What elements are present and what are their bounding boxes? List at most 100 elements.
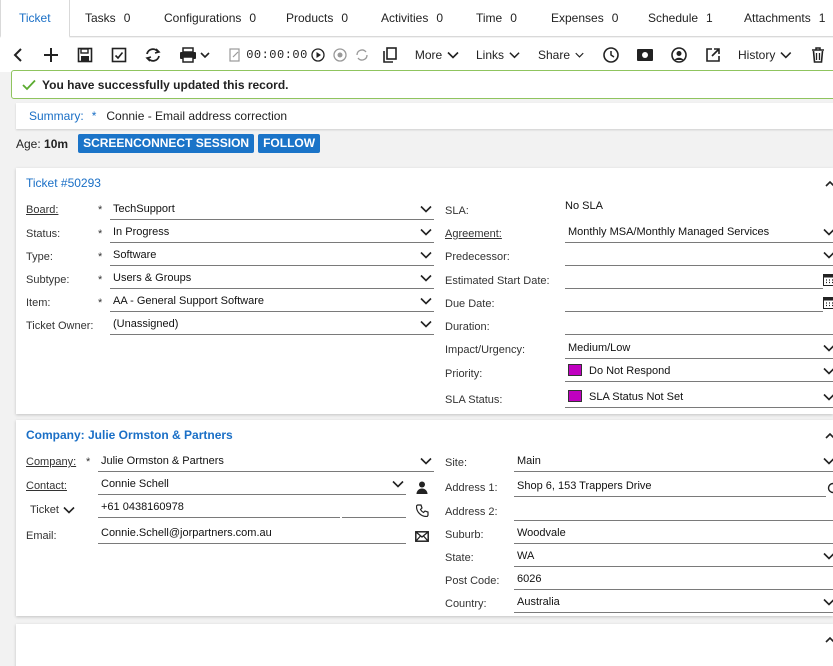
country-label: Country:: [445, 598, 487, 610]
more-label: More: [414, 48, 443, 62]
follow-button[interactable]: FOLLOW: [258, 134, 321, 153]
duration-input[interactable]: [565, 315, 833, 335]
open-external-icon[interactable]: [704, 44, 722, 66]
links-menu[interactable]: Links: [476, 44, 520, 66]
phone-type-select[interactable]: Ticket: [30, 504, 75, 516]
tab-label: Attachments: [744, 11, 811, 25]
item-value: AA - General Support Software: [113, 295, 265, 307]
tab-attachments[interactable]: Attachments 1: [744, 0, 825, 37]
board-select[interactable]: TechSupport: [110, 200, 434, 220]
tab-expenses[interactable]: Expenses 0: [551, 0, 618, 37]
sla-status-select[interactable]: SLA Status Not Set: [565, 388, 833, 408]
timer-edit-icon[interactable]: [228, 44, 242, 66]
clock-icon[interactable]: [602, 44, 620, 66]
ticket-owner-select[interactable]: (Unassigned): [110, 315, 434, 335]
share-menu[interactable]: Share: [538, 44, 584, 66]
screenconnect-session-button[interactable]: SCREENCONNECT SESSION: [78, 134, 255, 153]
board-label[interactable]: Board:: [26, 204, 58, 216]
share-label: Share: [538, 48, 571, 62]
summary-value[interactable]: Connie - Email address correction: [106, 109, 287, 123]
item-label: Item:: [26, 297, 51, 309]
agreement-select[interactable]: Monthly MSA/Monthly Managed Services: [565, 223, 833, 243]
tab-label: Tasks: [85, 11, 116, 25]
contact-label[interactable]: Contact:: [26, 480, 67, 492]
summary-field[interactable]: Summary: * Connie - Email address correc…: [16, 103, 833, 129]
estimated-start-date-input[interactable]: [565, 269, 823, 289]
chevron-up-icon[interactable]: [825, 432, 833, 440]
status-select[interactable]: In Progress: [110, 223, 434, 243]
expense-icon[interactable]: [636, 44, 654, 66]
copy-icon[interactable]: [382, 44, 398, 66]
site-select[interactable]: Main: [514, 452, 833, 472]
type-select[interactable]: Software: [110, 246, 434, 266]
item-select[interactable]: AA - General Support Software: [110, 292, 434, 312]
save-icon[interactable]: [76, 44, 94, 66]
subtype-label: Subtype:: [26, 274, 70, 286]
print-icon[interactable]: [178, 44, 214, 66]
tab-schedule[interactable]: Schedule 1: [648, 0, 713, 37]
impact-urgency-select[interactable]: Medium/Low: [565, 339, 833, 359]
tab-count: 0: [436, 11, 444, 25]
email-input[interactable]: Connie.Schell@jorpartners.com.au: [98, 524, 406, 544]
calendar-icon[interactable]: [822, 272, 833, 286]
chevron-down-icon: [63, 506, 75, 514]
stop-icon[interactable]: [332, 44, 348, 66]
chevron-down-icon: [780, 52, 792, 59]
company-label[interactable]: Company:: [26, 456, 76, 468]
delete-icon[interactable]: [810, 44, 826, 66]
more-menu[interactable]: More: [414, 44, 460, 66]
ticket-owner-label: Ticket Owner:: [26, 320, 94, 332]
history-label: History: [738, 48, 776, 62]
tab-time[interactable]: Time 0: [476, 0, 517, 37]
address-2-input[interactable]: [514, 501, 833, 521]
envelope-icon[interactable]: [415, 529, 429, 543]
agreement-label[interactable]: Agreement:: [445, 228, 502, 240]
impact-urgency-value: Medium/Low: [568, 342, 631, 354]
address-1-input[interactable]: Shop 6, 153 Trappers Drive: [514, 477, 826, 497]
refresh-icon[interactable]: [144, 44, 162, 66]
back-icon[interactable]: [10, 44, 26, 66]
add-icon[interactable]: [42, 44, 60, 66]
map-search-icon[interactable]: [826, 481, 833, 495]
state-select[interactable]: WA: [514, 547, 833, 567]
tab-tasks[interactable]: Tasks 0: [85, 0, 130, 37]
save-and-close-icon[interactable]: [110, 44, 128, 66]
play-icon[interactable]: [310, 44, 326, 66]
phone-input[interactable]: +61 0438160978: [98, 498, 340, 518]
predecessor-select[interactable]: [565, 246, 833, 266]
reset-timer-icon[interactable]: [354, 44, 370, 66]
phone-extension-input[interactable]: [342, 498, 406, 518]
tab-ticket[interactable]: Ticket: [0, 0, 70, 38]
calendar-icon[interactable]: [822, 295, 833, 309]
suburb-label: Suburb:: [445, 529, 484, 541]
summary-label: Summary:: [29, 109, 84, 123]
chevron-up-icon[interactable]: [825, 180, 833, 188]
site-label: Site:: [445, 457, 468, 469]
required-marker: *: [86, 456, 91, 468]
post-code-input[interactable]: 6026: [514, 570, 833, 590]
required-marker: *: [98, 274, 103, 286]
country-select[interactable]: Australia: [514, 593, 833, 613]
tab-configurations[interactable]: Configurations 0: [164, 0, 256, 37]
history-menu[interactable]: History: [738, 44, 792, 66]
tab-products[interactable]: Products 0: [286, 0, 348, 37]
success-message: You have successfully updated this recor…: [11, 70, 833, 99]
priority-select[interactable]: Do Not Respond: [565, 362, 833, 382]
due-date-input[interactable]: [565, 292, 823, 312]
company-select[interactable]: Julie Ormston & Partners: [98, 452, 434, 472]
contact-icon[interactable]: [670, 44, 688, 66]
type-value: Software: [113, 249, 157, 261]
tab-activities[interactable]: Activities 0: [381, 0, 443, 37]
suburb-input[interactable]: Woodvale: [514, 524, 833, 544]
subtype-select[interactable]: Users & Groups: [110, 269, 434, 289]
phone-icon[interactable]: [415, 503, 429, 517]
chevron-up-icon[interactable]: [825, 636, 833, 644]
contact-person-icon[interactable]: [415, 480, 429, 494]
chevron-down-icon: [823, 552, 833, 560]
priority-value: Do Not Respond: [589, 365, 671, 377]
chevron-down-icon: [823, 367, 833, 375]
tab-label: Ticket: [19, 11, 51, 25]
contact-select[interactable]: Connie Schell: [98, 475, 406, 495]
checkmark-icon: [22, 79, 36, 90]
phone-type-label: Ticket: [30, 504, 59, 516]
